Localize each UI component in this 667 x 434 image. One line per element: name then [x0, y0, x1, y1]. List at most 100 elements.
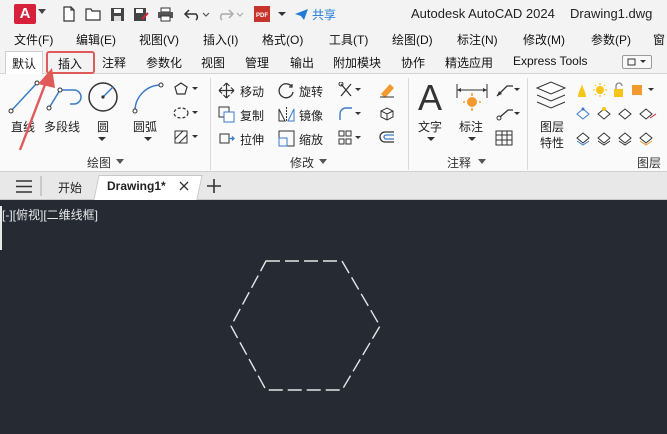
circle-tool-icon[interactable]: [86, 80, 120, 114]
menu-tools[interactable]: 工具(T): [329, 31, 368, 48]
dimension-dropdown-icon[interactable]: [467, 136, 477, 142]
tab-insert[interactable]: 插入: [46, 51, 95, 74]
tab-view[interactable]: 视图: [201, 54, 225, 71]
scale-tool-label[interactable]: 缩放: [299, 131, 323, 148]
tab-default[interactable]: 默认: [5, 51, 44, 74]
open-file-icon[interactable]: [84, 5, 102, 23]
tab-featured-apps[interactable]: 精选应用: [445, 54, 493, 71]
mirror-icon[interactable]: [278, 106, 295, 123]
copy-tool-label[interactable]: 复制: [240, 107, 264, 124]
new-tab-plus-icon[interactable]: [206, 178, 222, 194]
drawing1-tab-label[interactable]: Drawing1*: [107, 179, 166, 193]
tab-collaborate[interactable]: 协作: [401, 54, 425, 71]
tab-annotate[interactable]: 注释: [102, 54, 126, 71]
scale-icon[interactable]: [278, 130, 295, 147]
share-button[interactable]: 共享: [294, 6, 336, 23]
arc-tool-icon[interactable]: [130, 80, 164, 114]
app-menu-chevron-icon[interactable]: [38, 9, 46, 14]
close-tab-icon[interactable]: [179, 181, 189, 191]
title-bar: A PDF 共享 Autodesk AutoCAD 2024 Drawing1.…: [0, 0, 667, 28]
circle-tool-label[interactable]: 圆: [97, 118, 109, 135]
polygon-tool-icon[interactable]: [173, 82, 199, 96]
ellipse-tool-icon[interactable]: [173, 106, 199, 120]
stretch-tool-label[interactable]: 拉伸: [240, 131, 264, 148]
tab-manage[interactable]: 管理: [245, 54, 269, 71]
menu-parametric[interactable]: 参数(P): [591, 31, 631, 48]
save-as-icon[interactable]: [132, 5, 150, 23]
trim-icon[interactable]: [338, 82, 362, 98]
arc-tool-label[interactable]: 圆弧: [133, 118, 157, 135]
text-dropdown-icon[interactable]: [426, 136, 436, 142]
tab-addins[interactable]: 附加模块: [333, 54, 381, 71]
menu-draw[interactable]: 绘图(D): [392, 31, 433, 48]
annotation-panel-expand-icon[interactable]: [478, 159, 486, 164]
menu-modify[interactable]: 修改(M): [523, 31, 565, 48]
redo-icon[interactable]: [216, 5, 246, 23]
hamburger-menu-icon[interactable]: [16, 180, 32, 193]
move-icon[interactable]: [218, 82, 235, 99]
ribbon-display-toggle[interactable]: [622, 55, 652, 69]
layer-state-icons[interactable]: [574, 82, 666, 98]
menu-file[interactable]: 文件(F): [14, 31, 53, 48]
panel-divider: [210, 78, 211, 170]
quick-access-dropdown-icon[interactable]: [276, 5, 288, 23]
copy-icon[interactable]: [218, 106, 235, 123]
offset-icon[interactable]: [378, 130, 396, 146]
text-tool-icon[interactable]: A: [414, 78, 446, 116]
modify-panel-title[interactable]: 修改: [290, 154, 314, 171]
rotate-icon[interactable]: [278, 82, 295, 99]
circle-dropdown-icon[interactable]: [97, 136, 107, 142]
draw-panel-title[interactable]: 绘图: [87, 154, 111, 171]
layer-properties-label[interactable]: 特性: [540, 134, 564, 151]
tab-express-tools[interactable]: Express Tools: [513, 54, 587, 68]
annotation-panel-title[interactable]: 注释: [447, 154, 471, 171]
new-file-icon[interactable]: [60, 5, 78, 23]
polyline-tool-label[interactable]: 多段线: [44, 118, 80, 135]
dimension-tool-icon[interactable]: [455, 80, 489, 114]
save-icon[interactable]: [108, 5, 126, 23]
erase-icon[interactable]: [378, 82, 396, 98]
polyline-tool-icon[interactable]: [46, 82, 82, 112]
dashed-hexagon[interactable]: [230, 260, 381, 391]
line-tool-icon[interactable]: [8, 80, 40, 114]
menu-edit[interactable]: 编辑(E): [76, 31, 116, 48]
stretch-icon[interactable]: [218, 130, 235, 147]
app-title: Autodesk AutoCAD 2024: [411, 6, 555, 21]
line-tool-label[interactable]: 直线: [11, 118, 35, 135]
undo-icon[interactable]: [182, 5, 212, 23]
fillet-icon[interactable]: [338, 106, 362, 122]
menu-window[interactable]: 窗: [653, 31, 665, 48]
tab-output[interactable]: 输出: [290, 54, 314, 71]
dimension-tool-label[interactable]: 标注: [459, 118, 483, 135]
layer-tools-row-2[interactable]: [574, 130, 664, 146]
arc-dropdown-icon[interactable]: [143, 136, 153, 142]
explode-icon[interactable]: [378, 106, 396, 122]
svg-text:A: A: [418, 78, 442, 116]
table-tool-icon[interactable]: [495, 130, 513, 146]
modify-panel-expand-icon[interactable]: [319, 159, 327, 164]
draw-panel-expand-icon[interactable]: [116, 159, 124, 164]
layer-tools-row-1[interactable]: [574, 106, 664, 122]
rotate-tool-label[interactable]: 旋转: [299, 83, 323, 100]
layers-panel-title[interactable]: 图层: [637, 154, 661, 171]
start-tab[interactable]: 开始: [58, 179, 82, 196]
hatch-tool-icon[interactable]: [173, 130, 199, 144]
leader-tool-icon[interactable]: [495, 82, 521, 98]
menu-dimension[interactable]: 标注(N): [457, 31, 498, 48]
layer-properties-icon[interactable]: [535, 80, 567, 114]
menu-view[interactable]: 视图(V): [139, 31, 179, 48]
tab-parametric[interactable]: 参数化: [146, 54, 182, 71]
autocad-logo-icon[interactable]: A: [14, 4, 36, 24]
text-tool-label[interactable]: 文字: [418, 118, 442, 135]
mirror-tool-label[interactable]: 镜像: [299, 107, 323, 124]
move-tool-label[interactable]: 移动: [240, 83, 264, 100]
menu-insert[interactable]: 插入(I): [203, 31, 238, 48]
multileader-icon[interactable]: [495, 106, 521, 122]
panel-divider: [527, 78, 528, 170]
menu-format[interactable]: 格式(O): [262, 31, 303, 48]
tab-divider: [40, 176, 42, 196]
array-icon[interactable]: [338, 130, 362, 146]
print-icon[interactable]: [156, 5, 174, 23]
layer-tool-label[interactable]: 图层: [540, 118, 564, 135]
pdf-export-icon[interactable]: PDF: [252, 5, 274, 23]
